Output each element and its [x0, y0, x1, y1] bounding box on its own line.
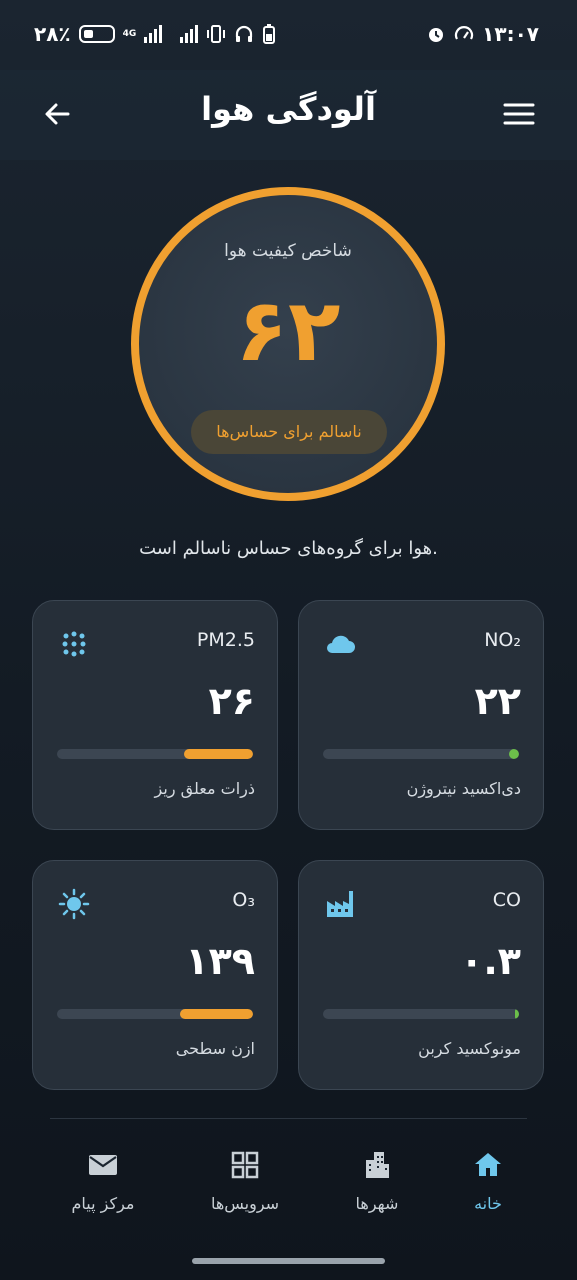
- pollutant-level-bar: [323, 1009, 519, 1019]
- nav-label: خانه: [474, 1194, 502, 1213]
- speed-icon: [455, 26, 474, 40]
- pollutant-value: ۱۳۹: [185, 939, 255, 983]
- nav-item-home[interactable]: خانه: [423, 1148, 553, 1228]
- aqi-summary: هوا برای گروه‌های حساس ناسالم است.: [139, 538, 438, 559]
- home-indicator[interactable]: [192, 1258, 385, 1264]
- pollutant-card-no2[interactable]: NO₂ ۲۲ دی‌اکسید نیتروژن: [298, 600, 544, 830]
- grid-icon: [231, 1151, 259, 1179]
- pollutant-code: CO: [492, 889, 521, 911]
- pollutant-card-o3[interactable]: O₃ ۱۳۹ ازن سطحی: [32, 860, 278, 1090]
- pollutant-level-fill: [515, 1009, 519, 1019]
- pollutant-level-fill: [509, 749, 519, 759]
- status-left: ۲۸٪ 4G: [34, 22, 276, 46]
- nav-label: مرکز پیام: [71, 1194, 135, 1213]
- pollutant-name: ذرات معلق ریز: [154, 779, 255, 798]
- pollutant-code: NO₂: [484, 629, 521, 651]
- pollutant-level-bar: [323, 749, 519, 759]
- aqi-label: شاخص کیفیت هوا: [224, 241, 352, 261]
- pollutant-level-bar: [57, 749, 253, 759]
- nav-item-services[interactable]: سرویس‌ها: [180, 1148, 310, 1228]
- pollutant-name: دی‌اکسید نیتروژن: [406, 779, 521, 798]
- nav-label: شهرها: [355, 1194, 399, 1213]
- aqi-category-badge: ناسالم برای حساس‌ها: [191, 410, 387, 454]
- cloud-icon: [327, 635, 355, 653]
- aqi-value: ۶۲: [235, 281, 341, 381]
- pollutant-name: مونوکسید کربن: [418, 1039, 521, 1058]
- status-right: ۱۳:۰۷: [426, 22, 539, 46]
- signal-2-icon: [180, 25, 199, 43]
- pollutant-value: ۲۲: [474, 679, 521, 723]
- factory-icon: [327, 891, 353, 917]
- alarm-icon: [429, 28, 444, 42]
- page-title: آلودگی هوا: [201, 90, 376, 128]
- aqi-gauge: شاخص کیفیت هوا ۶۲ ناسالم برای حساس‌ها: [131, 187, 445, 501]
- menu-icon[interactable]: [499, 94, 539, 134]
- network-type: 4G: [122, 28, 137, 39]
- pollutant-code: O₃: [232, 889, 255, 911]
- pollutant-value: ۰.۳: [460, 939, 521, 983]
- nav-item-cities[interactable]: شهرها: [312, 1148, 442, 1228]
- status-bar: ۲۸٪ 4G ۱۳:۰۷: [0, 0, 577, 70]
- battery-saver-icon: [263, 24, 276, 44]
- nav-divider: [50, 1118, 527, 1119]
- home-icon: [475, 1153, 501, 1176]
- pollutant-card-pm25[interactable]: PM2.5 ۲۶ ذرات معلق ریز: [32, 600, 278, 830]
- pollutant-card-co[interactable]: CO ۰.۳ مونوکسید کربن: [298, 860, 544, 1090]
- pollutant-name: ازن سطحی: [175, 1039, 255, 1058]
- particles-icon: [62, 631, 86, 657]
- city-icon: [366, 1152, 389, 1178]
- nav-label: سرویس‌ها: [210, 1194, 280, 1213]
- sun-icon: [58, 888, 90, 920]
- battery-icon: [78, 25, 115, 43]
- pollutant-level-fill: [180, 1009, 253, 1019]
- battery-percent: ۲۸٪: [34, 22, 71, 46]
- headphones-icon: [236, 25, 253, 42]
- pollutant-value: ۲۶: [208, 679, 255, 723]
- mail-icon: [89, 1155, 117, 1175]
- pollutant-level-bar: [57, 1009, 253, 1019]
- pollutant-code: PM2.5: [196, 629, 255, 651]
- app-bar: آلودگی هوا: [0, 70, 577, 160]
- bottom-navigation: خانه شهرها سرویس‌ها مرکز پیام: [0, 1118, 577, 1280]
- clock: ۱۳:۰۷: [482, 22, 539, 46]
- signal-icon: [144, 25, 163, 43]
- pollutant-level-fill: [184, 749, 253, 759]
- vibrate-icon: [207, 25, 226, 43]
- nav-item-messages[interactable]: مرکز پیام: [38, 1148, 168, 1228]
